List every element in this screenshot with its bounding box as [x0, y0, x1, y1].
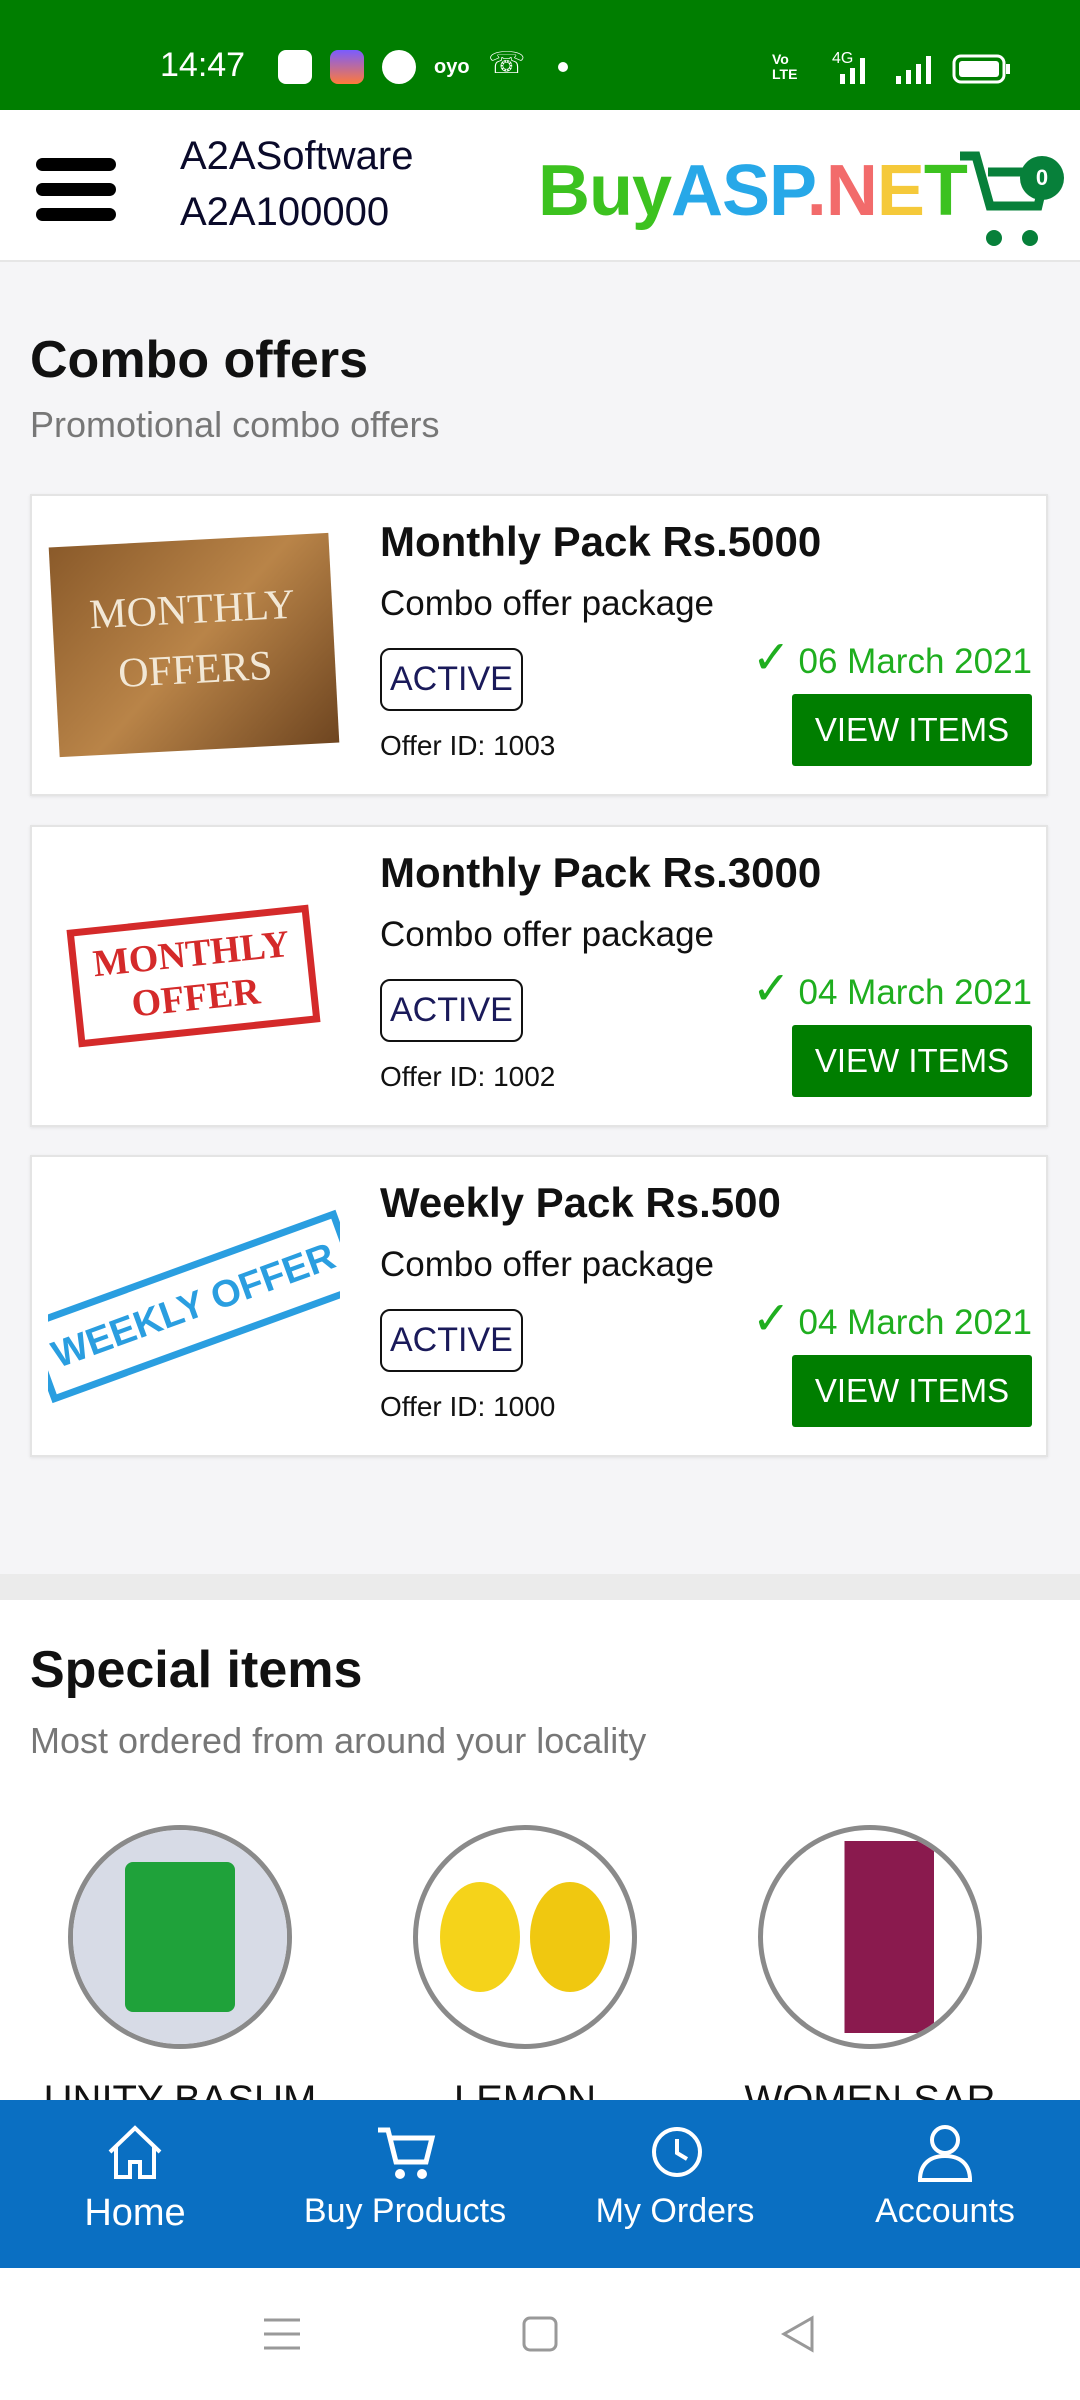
nav-buy-products[interactable]: Buy Products — [270, 2100, 540, 2268]
check-icon: ✓ — [751, 962, 791, 1014]
status-badge: ACTIVE — [380, 648, 523, 711]
item-label[interactable]: LEMON — [375, 2078, 675, 2100]
offer-image: MONTHLY OFFERS — [48, 512, 340, 778]
item-image-women-plus[interactable] — [758, 1825, 982, 2049]
offer-date: ✓ 06 March 2021 — [751, 631, 1032, 683]
offer-date: ✓ 04 March 2021 — [751, 1292, 1032, 1344]
battery-icon — [952, 54, 1010, 84]
offer-card[interactable]: MONTHLY OFFER Monthly Pack Rs.3000 Combo … — [30, 825, 1048, 1127]
signal-icon — [840, 56, 931, 84]
item-image-lemon[interactable] — [413, 1825, 637, 2049]
combo-offers-title: Combo offers — [30, 331, 368, 389]
offer-date: ✓ 04 March 2021 — [751, 962, 1032, 1014]
section-divider — [0, 1574, 1080, 1600]
offer-description: Combo offer package — [380, 584, 715, 623]
offer-image: WEEKLY OFFER — [48, 1173, 340, 1439]
recent-apps-icon[interactable] — [262, 2316, 302, 2352]
volte-icon: Vo LTE — [772, 51, 798, 82]
offer-id: Offer ID: 1000 — [380, 1391, 556, 1422]
back-icon[interactable] — [780, 2314, 816, 2354]
oyo-icon: oyo — [434, 56, 470, 78]
offer-card[interactable]: WEEKLY OFFER Weekly Pack Rs.500 Combo of… — [30, 1155, 1048, 1457]
check-icon: ✓ — [751, 1292, 791, 1344]
offer-image: MONTHLY OFFER — [48, 843, 340, 1109]
cart-count-badge: 0 — [1020, 156, 1064, 200]
nav-accounts[interactable]: Accounts — [810, 2100, 1080, 2268]
offer-name: Monthly Pack Rs.3000 — [380, 849, 822, 896]
combo-offers-subtitle: Promotional combo offers — [30, 404, 440, 445]
dot-icon — [558, 62, 568, 72]
menu-icon[interactable] — [36, 158, 116, 233]
special-items-title: Special items — [30, 1641, 363, 1699]
account-id: A2A100000 — [180, 190, 390, 234]
offer-card[interactable]: MONTHLY OFFERS Monthly Pack Rs.5000 Combo… — [30, 494, 1048, 796]
buyaspnet-logo[interactable]: BuyASP.NET — [538, 150, 968, 232]
offer-description: Combo offer package — [380, 915, 715, 954]
view-items-button[interactable]: VIEW ITEMS — [792, 694, 1032, 766]
app-notification-icon — [330, 50, 364, 84]
item-label[interactable]: WOMEN SAR — [720, 2078, 1020, 2100]
view-items-button[interactable]: VIEW ITEMS — [792, 1025, 1032, 1097]
offer-name: Weekly Pack Rs.500 — [380, 1179, 781, 1226]
app-header: A2ASoftware A2A100000 BuyASP.NET 0 — [0, 110, 1080, 262]
offer-id: Offer ID: 1002 — [380, 1061, 556, 1092]
check-icon: ✓ — [751, 631, 791, 683]
system-navigation-bar — [0, 2268, 1080, 2400]
app-notification-icon — [382, 50, 416, 84]
status-bar: 14:47 oyo ☏ Vo LTE 4G — [0, 0, 1080, 110]
offer-name: Monthly Pack Rs.5000 — [380, 518, 822, 565]
offer-id: Offer ID: 1003 — [380, 730, 556, 761]
bottom-navigation: Home Buy Products My Orders Accounts — [0, 2100, 1080, 2268]
nav-my-orders[interactable]: My Orders — [540, 2100, 810, 2268]
account-name: A2ASoftware — [180, 134, 414, 178]
item-label[interactable]: UNITY BASUM — [30, 2078, 330, 2100]
app-notification-icon — [278, 50, 312, 84]
nav-home[interactable]: Home — [0, 2100, 270, 2268]
status-badge: ACTIVE — [380, 1309, 523, 1372]
user-icon — [917, 2125, 973, 2182]
offer-description: Combo offer package — [380, 1245, 715, 1284]
special-items-subtitle: Most ordered from around your locality — [30, 1720, 647, 1761]
missed-call-icon: ☏ — [488, 47, 526, 80]
view-items-button[interactable]: VIEW ITEMS — [792, 1355, 1032, 1427]
account-info: A2ASoftware A2A100000 — [180, 128, 413, 240]
status-badge: ACTIVE — [380, 979, 523, 1042]
home-icon — [108, 2125, 162, 2179]
item-image-rice[interactable] — [68, 1825, 292, 2049]
history-icon — [652, 2127, 702, 2177]
cart-icon — [378, 2127, 436, 2179]
home-button-icon[interactable] — [522, 2316, 558, 2352]
status-time: 14:47 — [160, 46, 246, 84]
